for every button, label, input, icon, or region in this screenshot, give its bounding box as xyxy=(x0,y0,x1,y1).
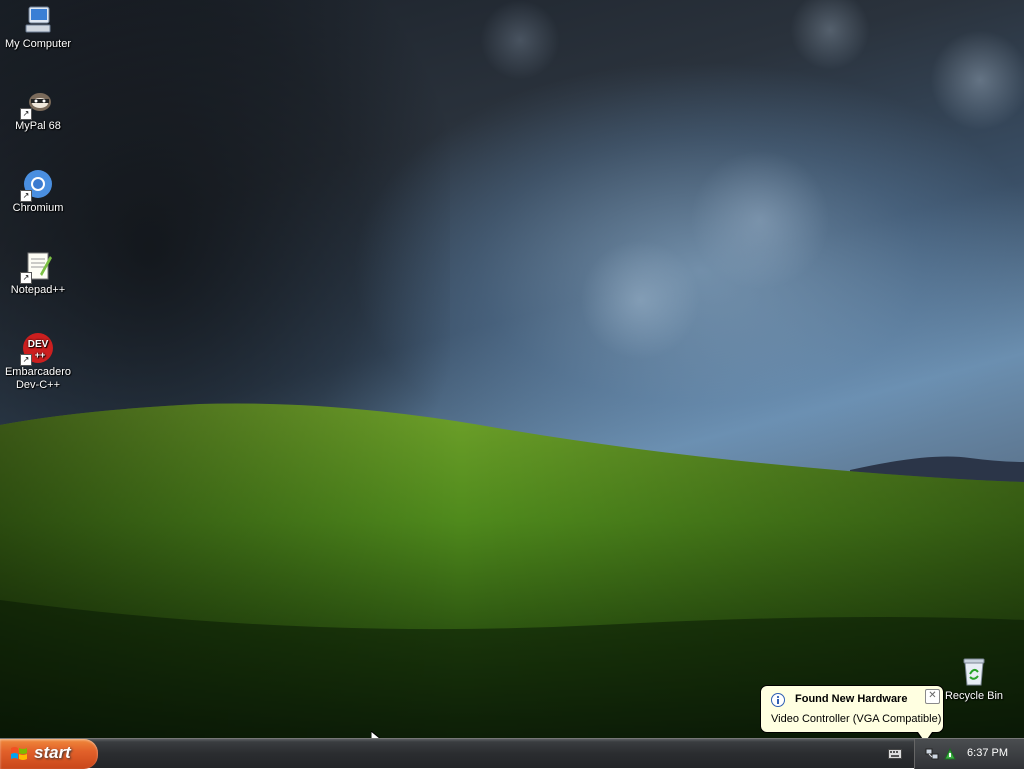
dev-cpp-icon: DEV ++ ↗ xyxy=(20,332,54,366)
notification-title: Found New Hardware xyxy=(795,693,908,705)
windows-logo-icon xyxy=(11,747,27,760)
mypal-icon: ↗ xyxy=(20,86,54,120)
my-computer-icon xyxy=(22,4,54,36)
recycle-bin-icon xyxy=(958,656,990,688)
desktop-icon-label: Recycle Bin xyxy=(944,690,1004,702)
shortcut-arrow-icon: ↗ xyxy=(20,190,32,202)
start-button[interactable]: start xyxy=(0,739,98,769)
taskbar: start 6:37 PM xyxy=(0,738,1024,769)
desktop-icon-notepad-plus-plus[interactable]: ↗ Notepad++ xyxy=(0,250,76,297)
shortcut-arrow-icon: ↗ xyxy=(20,108,32,120)
close-icon[interactable]: ✕ xyxy=(925,689,940,704)
desktop-icon-label: MyPal 68 xyxy=(15,120,61,132)
desktop-icon-label: Chromium xyxy=(12,202,64,214)
info-icon xyxy=(771,693,785,707)
start-label: start xyxy=(34,743,71,762)
shortcut-arrow-icon: ↗ xyxy=(20,272,32,284)
wallpaper-hill xyxy=(0,403,1024,738)
desktop-icon-dev-cpp[interactable]: DEV ++ ↗ Embarcadero Dev-C++ xyxy=(0,332,76,392)
desktop-icon-my-computer[interactable]: My Computer xyxy=(0,4,76,51)
notepad-plus-plus-icon: ↗ xyxy=(20,250,54,284)
desktop-icon-label: Embarcadero Dev-C++ xyxy=(4,366,72,391)
taskbar-clock[interactable]: 6:37 PM xyxy=(967,747,1008,759)
safely-remove-hardware-icon[interactable] xyxy=(943,747,957,761)
desktop-icon-label: Notepad++ xyxy=(10,284,66,296)
network-icon[interactable] xyxy=(925,747,939,761)
dev-badge-text: DEV xyxy=(28,339,49,350)
desktop-wallpaper xyxy=(0,0,1024,738)
shortcut-arrow-icon: ↗ xyxy=(20,354,32,366)
chromium-icon: ↗ xyxy=(20,168,54,202)
notification-balloon[interactable]: Found New Hardware ✕ Video Controller (V… xyxy=(760,685,944,733)
desktop-icon-label: My Computer xyxy=(4,38,72,50)
desktop-icon-recycle-bin[interactable]: Recycle Bin xyxy=(936,656,1012,703)
svg-text:++: ++ xyxy=(35,350,46,360)
desktop-icon-chromium[interactable]: ↗ Chromium xyxy=(0,168,76,215)
desktop-icon-mypal[interactable]: ↗ MyPal 68 xyxy=(0,86,76,133)
notification-message: Video Controller (VGA Compatible) xyxy=(771,713,942,725)
keyboard-icon[interactable] xyxy=(888,748,902,760)
system-tray: 6:37 PM xyxy=(914,739,1024,769)
